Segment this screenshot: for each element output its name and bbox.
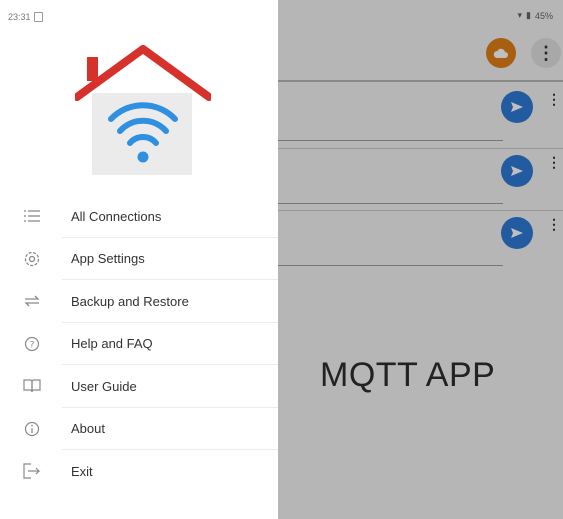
list-icon	[22, 206, 42, 226]
help-icon: ?	[22, 334, 42, 354]
menu-item-label: All Connections	[71, 208, 162, 224]
house-wifi-logo	[75, 45, 211, 175]
menu-item-label: Exit	[71, 463, 93, 479]
exit-icon	[22, 461, 42, 481]
menu-item-help-faq[interactable]: ? Help and FAQ	[0, 323, 278, 365]
drawer-menu: All Connections App Settings Backup and …	[0, 195, 278, 493]
menu-item-label: Help and FAQ	[71, 336, 153, 352]
book-icon	[22, 376, 42, 396]
notification-icon	[33, 12, 43, 22]
navigation-drawer: 23:31 All Connections App Settings Backu…	[0, 0, 278, 519]
sync-icon	[22, 291, 42, 311]
status-time: 23:31	[8, 12, 31, 22]
menu-item-app-settings[interactable]: App Settings	[0, 238, 278, 280]
menu-item-backup-restore[interactable]: Backup and Restore	[0, 280, 278, 323]
menu-item-label: User Guide	[71, 378, 137, 394]
info-icon	[22, 419, 42, 439]
menu-item-label: About	[71, 421, 105, 437]
gear-icon	[22, 249, 42, 269]
app-name-overlay: MQTT APP	[320, 356, 496, 394]
menu-item-label: App Settings	[71, 251, 145, 267]
status-bar-left: 23:31	[8, 12, 43, 22]
svg-text:?: ?	[30, 340, 35, 350]
menu-item-all-connections[interactable]: All Connections	[0, 195, 278, 238]
menu-item-user-guide[interactable]: User Guide	[0, 365, 278, 408]
menu-item-exit[interactable]: Exit	[0, 450, 278, 493]
menu-item-about[interactable]: About	[0, 408, 278, 450]
menu-item-label: Backup and Restore	[71, 293, 189, 309]
